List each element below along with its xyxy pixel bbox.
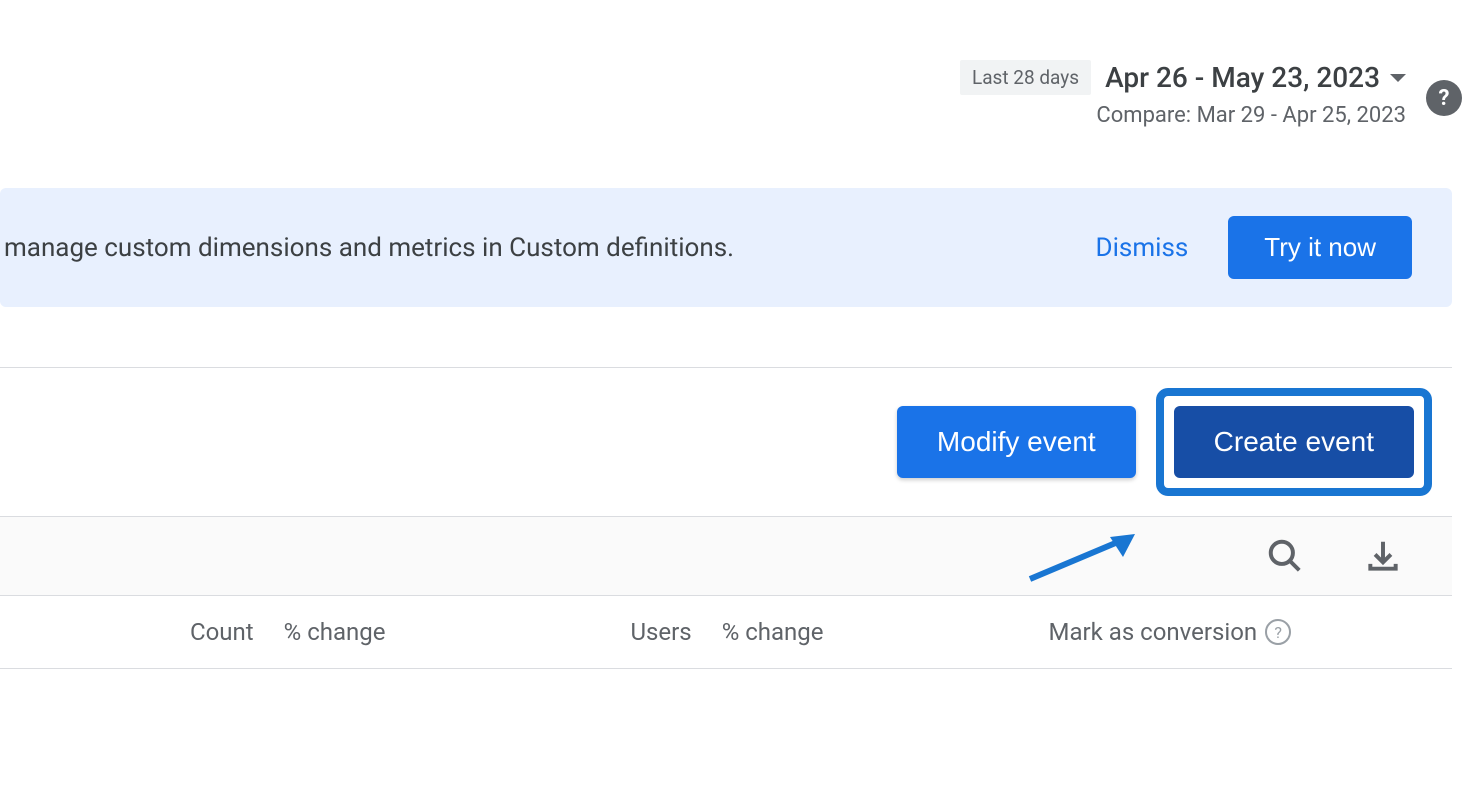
toolbar-row [0, 517, 1452, 596]
help-icon[interactable]: ? [1426, 80, 1462, 116]
create-event-highlight: Create event [1156, 388, 1432, 496]
chevron-down-icon [1390, 74, 1406, 82]
date-range-text: Apr 26 - May 23, 2023 [1105, 61, 1380, 94]
date-range-picker[interactable]: Apr 26 - May 23, 2023 [1105, 61, 1406, 94]
date-section: Last 28 days Apr 26 - May 23, 2023 Compa… [960, 60, 1406, 128]
search-icon[interactable] [1266, 537, 1304, 575]
header: Last 28 days Apr 26 - May 23, 2023 Compa… [0, 0, 1482, 128]
help-tooltip-icon[interactable]: ? [1265, 619, 1291, 645]
modify-event-button[interactable]: Modify event [897, 406, 1136, 478]
column-users: Users [630, 618, 691, 646]
column-mark-conversion: Mark as conversion ? [1049, 618, 1292, 646]
download-icon[interactable] [1364, 537, 1402, 575]
column-count: Count [190, 618, 254, 646]
column-pct-change-2: % change [722, 618, 824, 646]
date-badge: Last 28 days [960, 60, 1091, 95]
arrow-annotation-icon [1025, 529, 1145, 589]
date-row[interactable]: Last 28 days Apr 26 - May 23, 2023 [960, 60, 1406, 95]
banner-text: manage custom dimensions and metrics in … [0, 233, 734, 263]
table-header: Count % change Users % change Mark as co… [0, 596, 1452, 669]
create-event-button[interactable]: Create event [1174, 406, 1414, 478]
dismiss-link[interactable]: Dismiss [1096, 233, 1189, 263]
info-banner: manage custom dimensions and metrics in … [0, 188, 1452, 307]
try-it-now-button[interactable]: Try it now [1228, 216, 1412, 279]
banner-actions: Dismiss Try it now [1096, 216, 1412, 279]
compare-text: Compare: Mar 29 - Apr 25, 2023 [1096, 103, 1406, 128]
event-buttons-row: Modify event Create event [0, 367, 1452, 517]
mark-conversion-label: Mark as conversion [1049, 618, 1258, 646]
column-pct-change-1: % change [284, 618, 386, 646]
